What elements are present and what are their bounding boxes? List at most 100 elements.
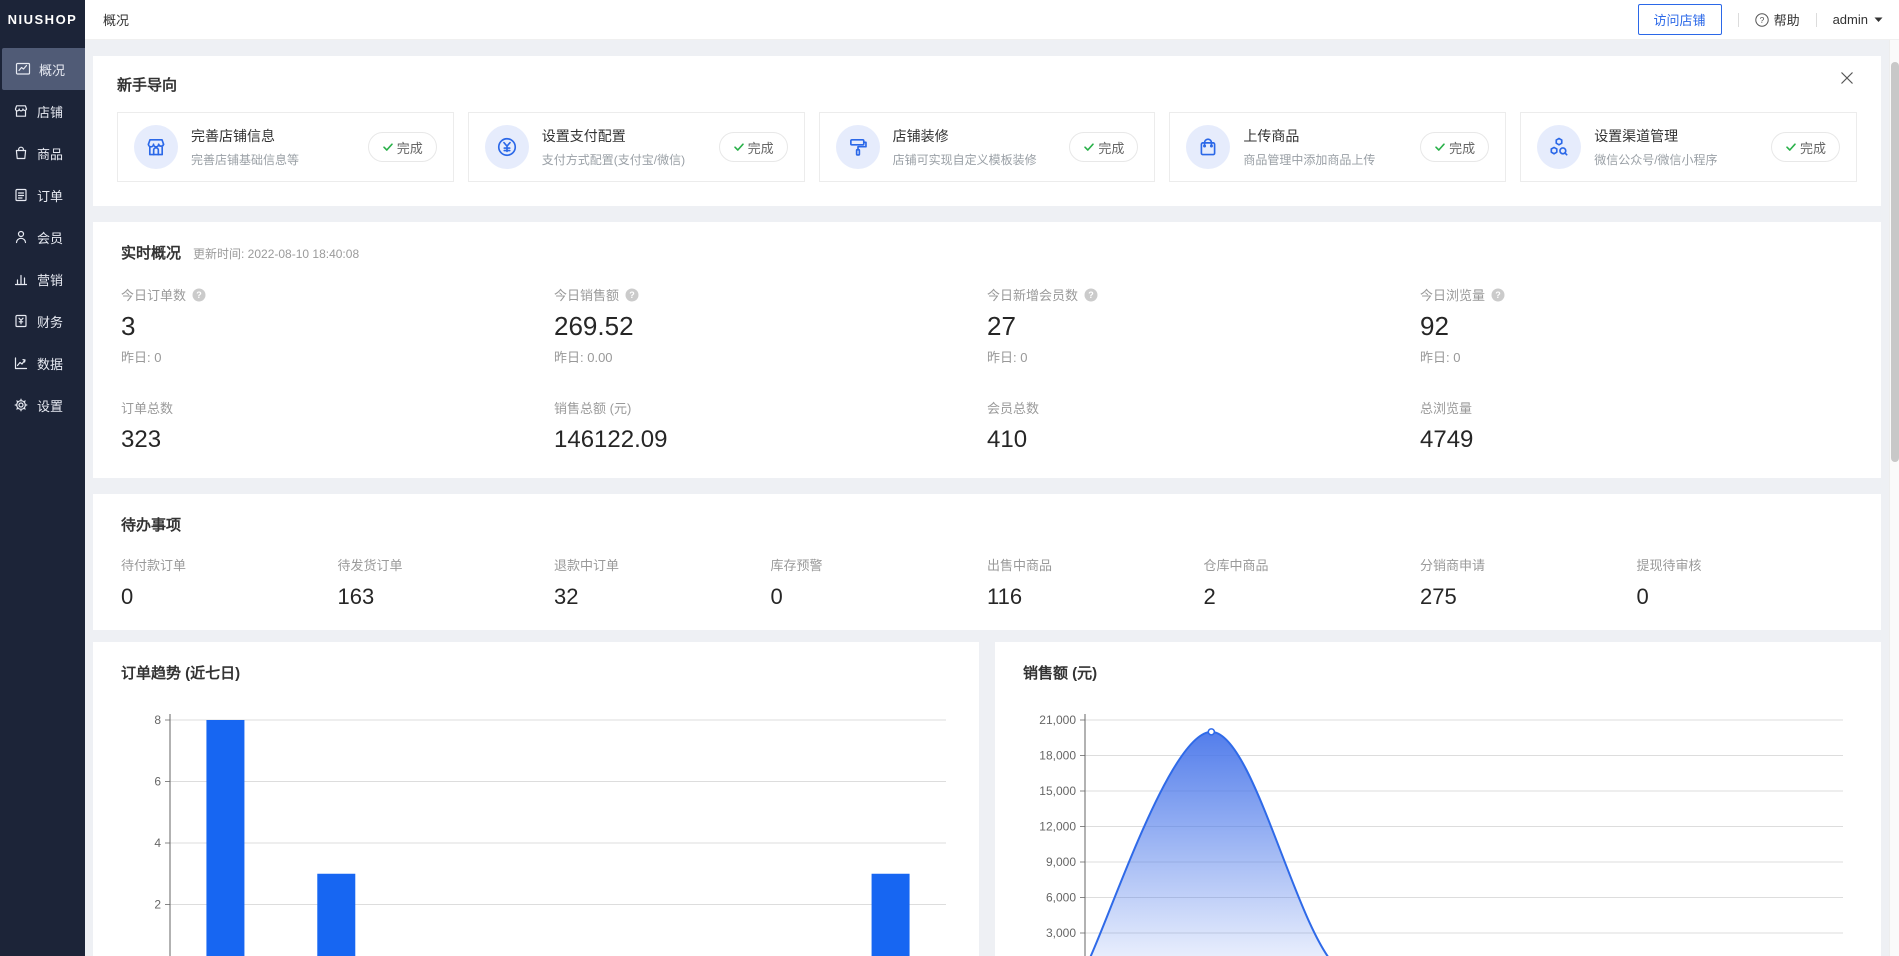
sidebar-item-goods[interactable]: 商品 (0, 132, 85, 174)
goods-icon (13, 145, 29, 161)
sales-chart-card: 销售额 (元) 3,0006,0009,00012,00015,00018,00… (995, 642, 1881, 956)
sidebar-item-marketing[interactable]: 营销 (0, 258, 85, 300)
sidebar-item-label: 会员 (37, 228, 63, 247)
stat-total-value: 146122.09 (554, 426, 987, 454)
todo-value: 0 (771, 584, 988, 610)
svg-text:?: ? (196, 290, 202, 300)
status-badge[interactable]: 完成 (719, 132, 788, 162)
stat-column-new-members: 今日新增会员数 ? 27 昨日: 0 会员总数 410 (987, 285, 1420, 454)
todo-value: 163 (338, 584, 555, 610)
status-label: 完成 (1800, 138, 1826, 157)
guide-card-subtitle: 支付方式配置(支付宝/微信) (542, 151, 685, 168)
svg-text:6: 6 (154, 775, 161, 789)
guide-card-payment[interactable]: 设置支付配置 支付方式配置(支付宝/微信) 完成 (468, 112, 805, 182)
visit-shop-button[interactable]: 访问店铺 (1638, 4, 1722, 35)
scrollbar-track[interactable] (1889, 40, 1899, 956)
guide-card-shop-info[interactable]: 完善店铺信息 完善店铺基础信息等 完成 (117, 112, 454, 182)
sidebar-item-settings[interactable]: 设置 (0, 384, 85, 426)
user-menu[interactable]: admin (1833, 12, 1883, 27)
app-logo[interactable]: NIUSHOP (0, 0, 85, 40)
sidebar-item-label: 设置 (37, 396, 63, 415)
stat-value: 269.52 (554, 311, 987, 342)
sidebar-item-label: 概况 (39, 60, 65, 79)
sidebar-item-members[interactable]: 会员 (0, 216, 85, 258)
todo-item-withdraw-review[interactable]: 提现待审核 0 (1637, 555, 1854, 610)
status-label: 完成 (1449, 138, 1475, 157)
todo-item-on-sale[interactable]: 出售中商品 116 (987, 555, 1204, 610)
help-circle-icon[interactable]: ? (1491, 288, 1505, 302)
sales-area-chart: 3,0006,0009,00012,00015,00018,00021,000 (995, 642, 1881, 956)
svg-text:15,000: 15,000 (1039, 784, 1076, 798)
todo-value: 0 (1637, 584, 1854, 610)
caret-down-icon (1874, 17, 1883, 23)
breadcrumb: 概况 (85, 10, 129, 29)
stat-total-label: 会员总数 (987, 398, 1420, 417)
stat-value: 3 (121, 311, 554, 342)
help-circle-icon[interactable]: ? (1084, 288, 1098, 302)
guide-card-subtitle: 微信公众号/微信小程序 (1594, 151, 1717, 168)
sidebar-item-orders[interactable]: 订单 (0, 174, 85, 216)
todo-section: 待办事项 待付款订单 0 待发货订单 163 退款中订单 32 库存预警 0 出… (93, 494, 1881, 630)
svg-text:21,000: 21,000 (1039, 713, 1076, 727)
svg-text:4: 4 (154, 836, 161, 850)
realtime-section: 实时概况 更新时间: 2022-08-10 18:40:08 今日订单数 ? 3… (93, 222, 1881, 478)
todo-title: 待办事项 (121, 514, 1853, 535)
todo-item-pending-shipment[interactable]: 待发货订单 163 (338, 555, 555, 610)
finance-icon (13, 313, 29, 329)
sidebar-item-label: 财务 (37, 312, 63, 331)
sidebar-item-shop[interactable]: 店铺 (0, 90, 85, 132)
guide-title: 新手导向 (117, 74, 1857, 95)
todo-label: 出售中商品 (987, 555, 1204, 574)
todo-item-refunding[interactable]: 退款中订单 32 (554, 555, 771, 610)
stat-label: 今日新增会员数 (987, 285, 1078, 304)
todo-item-stock-warning[interactable]: 库存预警 0 (771, 555, 988, 610)
sidebar-item-label: 数据 (37, 354, 63, 373)
guide-card-channel[interactable]: 设置渠道管理 微信公众号/微信小程序 完成 (1520, 112, 1857, 182)
sales-chart-title: 销售额 (元) (1023, 662, 1097, 683)
svg-text:?: ? (1088, 290, 1094, 300)
status-badge[interactable]: 完成 (1420, 132, 1489, 162)
stat-yesterday: 昨日: 0.00 (554, 347, 987, 366)
stat-total-value: 410 (987, 426, 1420, 454)
divider (1816, 13, 1817, 27)
stat-value: 92 (1420, 311, 1853, 342)
svg-text:18,000: 18,000 (1039, 749, 1076, 763)
stat-total-label: 总浏览量 (1420, 398, 1853, 417)
paint-roller-icon (836, 125, 880, 169)
stat-yesterday: 昨日: 0 (987, 347, 1420, 366)
help-circle-icon[interactable]: ? (625, 288, 639, 302)
guide-card-decorate[interactable]: 店铺装修 店铺可实现自定义模板装修 完成 (819, 112, 1156, 182)
check-icon (1785, 141, 1797, 153)
guide-card-title: 店铺装修 (893, 126, 1037, 146)
guide-card-title: 完善店铺信息 (191, 126, 299, 146)
status-badge[interactable]: 完成 (368, 132, 437, 162)
todo-item-pending-payment[interactable]: 待付款订单 0 (121, 555, 338, 610)
status-badge[interactable]: 完成 (1771, 132, 1840, 162)
guide-card-subtitle: 商品管理中添加商品上传 (1243, 151, 1375, 168)
todo-item-distributor-apply[interactable]: 分销商申请 275 (1420, 555, 1637, 610)
todo-label: 分销商申请 (1420, 555, 1637, 574)
scrollbar-thumb[interactable] (1891, 62, 1899, 462)
shopping-bag-icon (1186, 125, 1230, 169)
stat-label: 今日订单数 (121, 285, 186, 304)
check-icon (382, 141, 394, 153)
close-icon[interactable] (1839, 70, 1855, 86)
sidebar-item-data[interactable]: 数据 (0, 342, 85, 384)
data-icon (13, 355, 29, 371)
help-circle-icon[interactable]: ? (192, 288, 206, 302)
sidebar-item-finance[interactable]: 财务 (0, 300, 85, 342)
todo-value: 116 (987, 584, 1204, 610)
sidebar-item-overview[interactable]: 概况 (2, 48, 85, 90)
check-icon (1434, 141, 1446, 153)
todo-label: 仓库中商品 (1204, 555, 1421, 574)
channel-icon (1537, 125, 1581, 169)
guide-card-subtitle: 店铺可实现自定义模板装修 (893, 151, 1037, 168)
todo-item-in-warehouse[interactable]: 仓库中商品 2 (1204, 555, 1421, 610)
status-badge[interactable]: 完成 (1069, 132, 1138, 162)
sidebar-item-label: 订单 (37, 186, 63, 205)
stat-total-label: 订单总数 (121, 398, 554, 417)
help-menu[interactable]: ? 帮助 (1755, 10, 1800, 29)
realtime-title: 实时概况 (121, 242, 181, 263)
help-label: 帮助 (1774, 10, 1800, 29)
guide-card-upload-goods[interactable]: 上传商品 商品管理中添加商品上传 完成 (1169, 112, 1506, 182)
